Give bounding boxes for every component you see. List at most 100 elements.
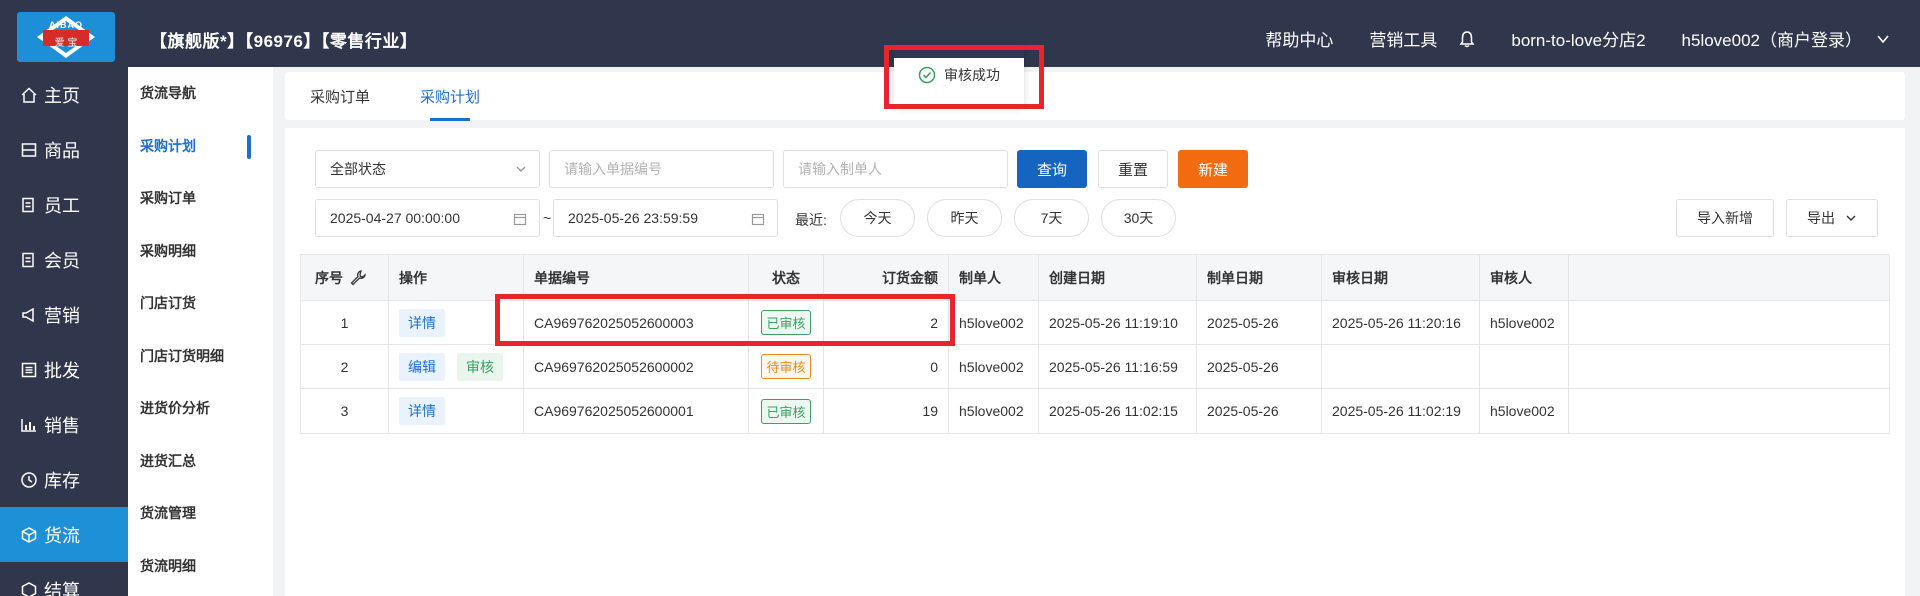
today-button[interactable]: 今天 <box>840 199 915 237</box>
wrench-icon[interactable] <box>349 269 367 287</box>
subnav-item-logistics-mgmt[interactable]: 货流管理 <box>128 487 273 540</box>
reset-button[interactable]: 重置 <box>1098 150 1168 188</box>
header-cell-status: 状态 <box>749 255 824 300</box>
import-new-button[interactable]: 导入新增 <box>1676 199 1774 237</box>
sidebar-item-staff[interactable]: 员工 <box>0 177 128 232</box>
sidebar-item-goods[interactable]: 商品 <box>0 122 128 177</box>
seven-days-button[interactable]: 7天 <box>1014 199 1089 237</box>
sidebar-label: 货流 <box>44 525 80 546</box>
status-select[interactable]: 全部状态 <box>315 150 540 188</box>
date-from-value: 2025-04-27 00:00:00 <box>330 210 460 226</box>
chevron-down-icon <box>1846 215 1856 221</box>
toast-top-band <box>894 44 1024 58</box>
sidebar-item-logistics[interactable]: 货流 <box>0 507 128 562</box>
cell-doc-no: CA969762025052600001 <box>524 389 749 433</box>
header-cell-filler <box>1569 255 1889 300</box>
cell-amount: 19 <box>824 389 949 433</box>
table-header-row: 序号 操作 单据编号 状态 订货金额 制单人 创建日期 制单日期 审核日期 审核… <box>301 255 1889 301</box>
main-content: 全部状态 请输入单据编号 请输入制单人 查询 重置 新建 2025-04-27 … <box>285 128 1905 596</box>
cube-icon <box>21 526 37 543</box>
subnav-item-store-order[interactable]: 门店订货 <box>128 277 273 330</box>
bell-icon[interactable] <box>1459 30 1475 48</box>
subnav-item-purchase-summary[interactable]: 进货汇总 <box>128 435 273 488</box>
subnav-item-logistics-detail[interactable]: 货流明细 <box>128 540 273 593</box>
date-from-input[interactable]: 2025-04-27 00:00:00 <box>315 199 540 237</box>
sidebar-item-wholesale[interactable]: 批发 <box>0 342 128 397</box>
clock-icon <box>21 471 37 488</box>
date-to-input[interactable]: 2025-05-26 23:59:59 <box>553 199 778 237</box>
chevron-down-icon[interactable] <box>1876 32 1890 46</box>
cell-audited: 2025-05-26 11:20:16 <box>1322 301 1480 344</box>
table-row: 3 详情 CA969762025052600001 已审核 19 h5love0… <box>301 389 1889 433</box>
cell-maker: h5love002 <box>949 301 1039 344</box>
thirty-days-button[interactable]: 30天 <box>1101 199 1176 237</box>
export-button[interactable]: 导出 <box>1786 199 1878 237</box>
goods-icon <box>21 142 37 157</box>
cell-auditor: h5love002 <box>1480 389 1569 433</box>
calendar-icon <box>513 213 527 226</box>
header-cell-doc-no: 单据编号 <box>524 255 749 300</box>
tab-purchase-order[interactable]: 采购订单 <box>310 86 370 107</box>
logo-sub-text: 爱 宝 <box>54 38 78 49</box>
subnav-item-store-order-detail[interactable]: 门店订货明细 <box>128 330 273 383</box>
cell-status: 待审核 <box>749 345 824 388</box>
cell-index: 3 <box>301 389 389 433</box>
detail-button[interactable]: 详情 <box>399 308 445 337</box>
cell-ops: 详情 <box>389 301 524 344</box>
settle-icon <box>21 581 37 596</box>
cell-made: 2025-05-26 <box>1197 345 1322 388</box>
wholesale-icon <box>21 362 37 377</box>
date-to-value: 2025-05-26 23:59:59 <box>568 210 698 226</box>
sidebar-item-settlement[interactable]: 结算 <box>0 562 128 596</box>
cell-doc-no: CA969762025052600003 <box>524 301 749 344</box>
sidebar-item-sales[interactable]: 销售 <box>0 397 128 452</box>
cell-created: 2025-05-26 11:02:15 <box>1039 389 1197 433</box>
aibao-logo[interactable]: AIBAO 爱 宝 <box>17 12 115 62</box>
sub-sidebar: 货流导航 采购计划 采购订单 采购明细 门店订货 门店订货明细 进货价分析 进货… <box>128 67 273 596</box>
cell-maker: h5love002 <box>949 389 1039 433</box>
help-center-link[interactable]: 帮助中心 <box>1265 26 1333 51</box>
new-button[interactable]: 新建 <box>1178 150 1248 188</box>
sidebar-item-marketing[interactable]: 营销 <box>0 287 128 342</box>
cell-audited: 2025-05-26 11:02:19 <box>1322 389 1480 433</box>
sidebar-item-inventory[interactable]: 库存 <box>0 452 128 507</box>
marketing-tools-link[interactable]: 营销工具 <box>1369 26 1437 51</box>
subnav-item-purchase-order[interactable]: 采购订单 <box>128 172 273 225</box>
home-icon <box>21 86 37 103</box>
query-button[interactable]: 查询 <box>1017 150 1087 188</box>
maker-input[interactable]: 请输入制单人 <box>783 150 1008 188</box>
cell-created: 2025-05-26 11:19:10 <box>1039 301 1197 344</box>
tab-purchase-plan[interactable]: 采购计划 <box>420 86 480 121</box>
store-name[interactable]: born-to-love分店2 <box>1511 26 1645 51</box>
cell-ops: 详情 <box>389 389 524 433</box>
user-name[interactable]: h5love002（商户登录） <box>1682 26 1862 51</box>
megaphone-icon <box>22 307 34 322</box>
sidebar-label: 批发 <box>44 360 80 381</box>
subnav-item-purchase-detail[interactable]: 采购明细 <box>128 225 273 278</box>
top-right-menu: 帮助中心 营销工具 born-to-love分店2 h5love002（商户登录… <box>1229 26 1890 51</box>
table-row: 2 编辑 审核 CA969762025052600002 待审核 0 h5lov… <box>301 345 1889 389</box>
staff-icon <box>22 197 34 212</box>
cell-doc-no: CA969762025052600002 <box>524 345 749 388</box>
subnav-item-price-analysis[interactable]: 进货价分析 <box>128 382 273 435</box>
status-badge: 待审核 <box>761 354 811 379</box>
header-cell-auditor: 审核人 <box>1480 255 1569 300</box>
detail-button[interactable]: 详情 <box>399 397 445 425</box>
subnav-item-purchase-plan[interactable]: 采购计划 <box>128 120 273 173</box>
cell-made: 2025-05-26 <box>1197 389 1322 433</box>
subnav-item-logistics-nav[interactable]: 货流导航 <box>128 67 273 120</box>
header-cell-amount: 订货金额 <box>824 255 949 300</box>
sidebar-item-home[interactable]: 主页 <box>0 67 128 122</box>
yesterday-button[interactable]: 昨天 <box>927 199 1002 237</box>
sidebar-label: 员工 <box>44 195 80 216</box>
export-label: 导出 <box>1807 210 1835 226</box>
audit-button[interactable]: 审核 <box>457 352 503 381</box>
right-scroll-strip[interactable] <box>1905 67 1920 596</box>
cell-index: 2 <box>301 345 389 388</box>
sidebar-item-member[interactable]: 会员 <box>0 232 128 287</box>
logo-brand-text: AIBAO <box>49 20 83 30</box>
edit-button[interactable]: 编辑 <box>399 352 445 381</box>
status-select-value: 全部状态 <box>330 161 386 177</box>
toast-message: 审核成功 <box>944 67 1000 83</box>
doc-no-input[interactable]: 请输入单据编号 <box>549 150 774 188</box>
